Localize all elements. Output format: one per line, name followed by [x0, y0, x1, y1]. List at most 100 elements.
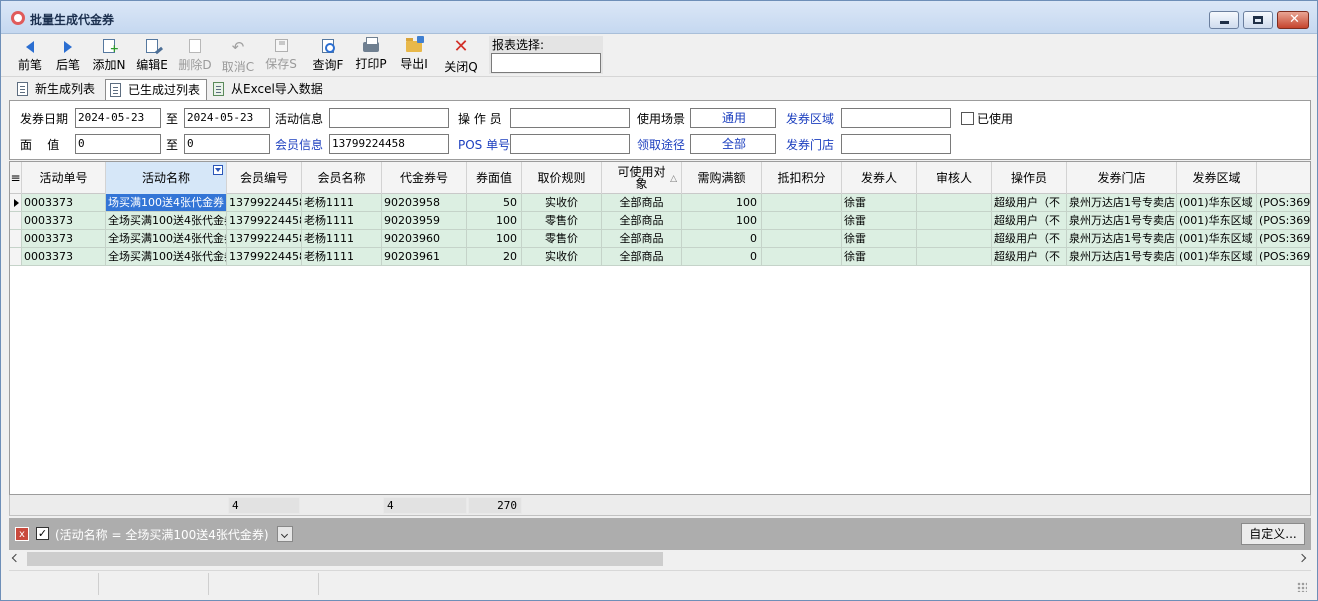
col-min-purchase[interactable]: 需购满额: [682, 162, 762, 194]
cancel-button[interactable]: ↶ 取消C: [218, 37, 258, 75]
receive-channel-label[interactable]: 领取途径: [637, 136, 685, 153]
cell-usable-target[interactable]: 全部商品: [602, 230, 682, 248]
cell-issue-store[interactable]: 泉州万达店1号专卖店: [1067, 248, 1177, 266]
cell-activity-name[interactable]: 全场买满100送4张代金券: [106, 248, 227, 266]
cell-reviewer[interactable]: [917, 194, 992, 212]
col-activity-name[interactable]: 活动名称: [106, 162, 227, 194]
cell-member-name[interactable]: 老杨1111: [302, 248, 382, 266]
next-record-button[interactable]: 后笔: [51, 37, 85, 75]
prev-record-button[interactable]: 前笔: [13, 37, 47, 75]
cell-reviewer[interactable]: [917, 248, 992, 266]
cell-activity-no[interactable]: 0003373: [22, 230, 106, 248]
cell-usable-target[interactable]: 全部商品: [602, 212, 682, 230]
col-price-rule[interactable]: 取价规则: [522, 162, 602, 194]
column-chooser-icon[interactable]: ≡: [10, 162, 22, 194]
cell-min-purchase[interactable]: 0: [682, 230, 762, 248]
filter-icon[interactable]: [213, 165, 223, 175]
cell-member-no[interactable]: 13799224458: [227, 212, 302, 230]
cell-usable-target[interactable]: 全部商品: [602, 194, 682, 212]
cell-extra[interactable]: (POS:3692: [1257, 194, 1310, 212]
cell-price-rule[interactable]: 实收价: [522, 194, 602, 212]
cell-activity-name[interactable]: 全场买满100送4张代金券: [106, 230, 227, 248]
table-row[interactable]: 0003373 全场买满100送4张代金券 13799224458 老杨1111…: [10, 212, 1310, 230]
operator-field[interactable]: [510, 108, 630, 128]
cell-issue-area[interactable]: (001)华东区域: [1177, 194, 1257, 212]
cell-points-deduct[interactable]: [762, 230, 842, 248]
cell-member-name[interactable]: 老杨1111: [302, 230, 382, 248]
cell-reviewer[interactable]: [917, 230, 992, 248]
issue-date-from-field[interactable]: 2024-05-23: [75, 108, 161, 128]
col-member-no[interactable]: 会员编号: [227, 162, 302, 194]
cell-operator[interactable]: 超级用户（不: [992, 194, 1067, 212]
cell-member-name[interactable]: 老杨1111: [302, 194, 382, 212]
horizontal-scrollbar[interactable]: [9, 550, 1311, 568]
add-button[interactable]: + 添加N: [89, 37, 129, 75]
cell-member-no[interactable]: 13799224458: [227, 230, 302, 248]
cell-face-value[interactable]: 50: [467, 194, 522, 212]
close-button[interactable]: ✕ 关闭Q: [441, 37, 481, 75]
cell-issuer[interactable]: 徐雷: [842, 230, 917, 248]
col-face-value[interactable]: 券面值: [467, 162, 522, 194]
cell-activity-no[interactable]: 0003373: [22, 194, 106, 212]
col-points-deduct[interactable]: 抵扣积分: [762, 162, 842, 194]
scrollbar-thumb[interactable]: [27, 552, 663, 566]
report-select-input[interactable]: [491, 53, 601, 73]
col-reviewer[interactable]: 审核人: [917, 162, 992, 194]
print-button[interactable]: 打印P: [351, 37, 391, 75]
cell-min-purchase[interactable]: 100: [682, 194, 762, 212]
issue-area-label[interactable]: 发券区域: [786, 110, 834, 127]
cell-member-no[interactable]: 13799224458: [227, 194, 302, 212]
cell-operator[interactable]: 超级用户（不: [992, 230, 1067, 248]
issue-area-field[interactable]: [841, 108, 951, 128]
cell-points-deduct[interactable]: [762, 248, 842, 266]
cell-issuer[interactable]: 徐雷: [842, 248, 917, 266]
pos-no-label[interactable]: POS 单号: [458, 136, 510, 153]
delete-button[interactable]: 删除D: [175, 37, 215, 75]
export-button[interactable]: 导出I: [394, 36, 434, 75]
table-row[interactable]: 0003373 场买满100送4张代金券 13799224458 老杨1111 …: [10, 194, 1310, 212]
edit-button[interactable]: 编辑E: [132, 37, 172, 75]
save-button[interactable]: 保存S: [261, 37, 301, 75]
table-row[interactable]: 0003373 全场买满100送4张代金券 13799224458 老杨1111…: [10, 230, 1310, 248]
cell-activity-no[interactable]: 0003373: [22, 212, 106, 230]
tab-new-list[interactable]: 新生成列表: [13, 79, 103, 100]
cell-extra[interactable]: (POS:3692: [1257, 230, 1310, 248]
cell-extra[interactable]: (POS:3692: [1257, 212, 1310, 230]
query-button[interactable]: 查询F: [308, 37, 348, 75]
face-value-from-field[interactable]: 0: [75, 134, 161, 154]
tab-generated-list[interactable]: 已生成过列表: [105, 79, 207, 100]
col-extra[interactable]: [1257, 162, 1310, 194]
member-info-field[interactable]: 13799224458: [329, 134, 449, 154]
cell-issue-area[interactable]: (001)华东区域: [1177, 230, 1257, 248]
issue-store-label[interactable]: 发券门店: [786, 136, 834, 153]
cell-min-purchase[interactable]: 100: [682, 212, 762, 230]
tab-excel-import[interactable]: 从Excel导入数据: [209, 79, 339, 100]
cell-coupon-no[interactable]: 90203960: [382, 230, 467, 248]
cell-points-deduct[interactable]: [762, 194, 842, 212]
cell-reviewer[interactable]: [917, 212, 992, 230]
col-activity-no[interactable]: 活动单号: [22, 162, 106, 194]
cell-activity-name[interactable]: 全场买满100送4张代金券: [106, 212, 227, 230]
pos-no-field[interactable]: [510, 134, 630, 154]
scroll-right-icon[interactable]: [1297, 553, 1307, 563]
minimize-button[interactable]: [1209, 11, 1239, 29]
cell-issue-store[interactable]: 泉州万达店1号专卖店: [1067, 230, 1177, 248]
cell-issuer[interactable]: 徐雷: [842, 194, 917, 212]
col-issue-area[interactable]: 发券区域: [1177, 162, 1257, 194]
cell-price-rule[interactable]: 零售价: [522, 212, 602, 230]
table-row[interactable]: 0003373 全场买满100送4张代金券 13799224458 老杨1111…: [10, 248, 1310, 266]
maximize-button[interactable]: [1243, 11, 1273, 29]
cell-issue-store[interactable]: 泉州万达店1号专卖店: [1067, 194, 1177, 212]
issue-date-to-field[interactable]: 2024-05-23: [184, 108, 270, 128]
col-coupon-no[interactable]: 代金券号: [382, 162, 467, 194]
col-issuer[interactable]: 发券人: [842, 162, 917, 194]
cell-face-value[interactable]: 20: [467, 248, 522, 266]
cell-activity-name[interactable]: 场买满100送4张代金券: [106, 194, 227, 212]
cell-operator[interactable]: 超级用户（不: [992, 248, 1067, 266]
cell-face-value[interactable]: 100: [467, 230, 522, 248]
filter-enabled-checkbox[interactable]: ✓: [36, 527, 49, 540]
cell-price-rule[interactable]: 实收价: [522, 248, 602, 266]
cell-points-deduct[interactable]: [762, 212, 842, 230]
col-operator[interactable]: 操作员: [992, 162, 1067, 194]
cell-face-value[interactable]: 100: [467, 212, 522, 230]
